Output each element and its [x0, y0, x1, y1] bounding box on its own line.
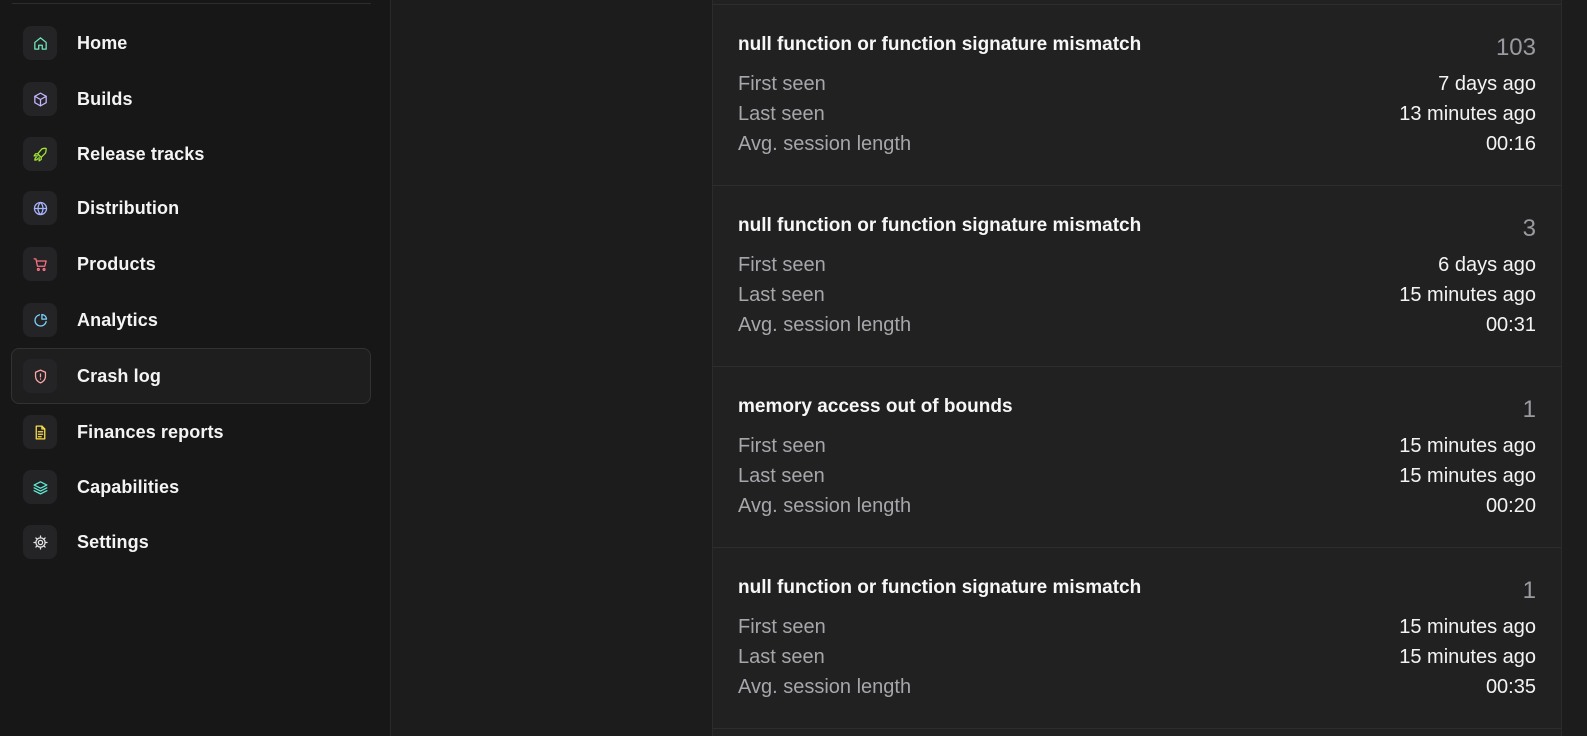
sidebar-divider	[12, 3, 371, 4]
crash-count: 3	[1522, 215, 1536, 242]
sidebar-item-crash-log[interactable]: Crash log	[11, 348, 371, 404]
last-seen-value: 13 minutes ago	[1399, 103, 1536, 125]
sidebar-item-label: Capabilities	[77, 476, 180, 497]
first-seen-value: 7 days ago	[1438, 73, 1536, 95]
sidebar-item-label: Distribution	[77, 197, 180, 218]
first-seen-value: 6 days ago	[1438, 254, 1536, 276]
last-seen-value: 15 minutes ago	[1399, 284, 1536, 306]
cart-icon	[23, 247, 57, 281]
sidebar-item-label: Settings	[77, 531, 149, 552]
last-seen-value: 15 minutes ago	[1399, 465, 1536, 487]
last-seen-label: Last seen	[738, 284, 825, 306]
sidebar-item-label: Crash log	[77, 365, 161, 386]
first-seen-label: First seen	[738, 73, 826, 95]
sidebar-item-settings[interactable]: Settings	[11, 514, 371, 570]
crash-count: 103	[1495, 34, 1536, 61]
pie-chart-icon	[23, 303, 57, 337]
first-seen-label: First seen	[738, 616, 826, 638]
avg-session-value: 00:31	[1485, 314, 1536, 336]
sidebar-item-analytics[interactable]: Analytics	[11, 292, 371, 348]
crash-card[interactable]: memory access out of bounds 1 First seen…	[713, 367, 1561, 548]
crash-card[interactable]: null function or function signature mism…	[713, 5, 1561, 186]
sidebar-item-label: Builds	[77, 88, 133, 109]
avg-session-label: Avg. session length	[738, 676, 912, 698]
sidebar-item-label: Products	[77, 253, 156, 274]
last-seen-label: Last seen	[738, 465, 825, 487]
home-icon	[23, 26, 57, 60]
gear-icon	[23, 525, 57, 559]
sidebar-item-products[interactable]: Products	[11, 236, 371, 292]
last-seen-label: Last seen	[738, 646, 825, 668]
sidebar-item-builds[interactable]: Builds	[11, 71, 371, 127]
crash-title: null function or function signature mism…	[738, 577, 1142, 598]
avg-session-label: Avg. session length	[738, 133, 912, 155]
first-seen-value: 15 minutes ago	[1399, 435, 1536, 457]
shield-alert-icon	[23, 359, 57, 393]
crash-title: memory access out of bounds	[738, 396, 1013, 417]
sidebar-item-label: Home	[77, 32, 128, 53]
crash-list[interactable]: null function or function signature mism…	[712, 0, 1562, 736]
avg-session-value: 00:20	[1485, 495, 1536, 517]
avg-session-value: 00:16	[1485, 133, 1536, 155]
sidebar-item-capabilities[interactable]: Capabilities	[11, 459, 371, 515]
sidebar-item-distribution[interactable]: Distribution	[11, 180, 371, 236]
first-seen-value: 15 minutes ago	[1399, 616, 1536, 638]
crash-title: null function or function signature mism…	[738, 34, 1142, 55]
last-seen-value: 15 minutes ago	[1399, 646, 1536, 668]
sidebar-item-finances-reports[interactable]: Finances reports	[11, 404, 371, 460]
rocket-icon	[23, 137, 57, 171]
crash-title: null function or function signature mism…	[738, 215, 1142, 236]
last-seen-label: Last seen	[738, 103, 825, 125]
sidebar-item-label: Analytics	[77, 309, 158, 330]
avg-session-value: 00:35	[1485, 676, 1536, 698]
sidebar-item-label: Finances reports	[77, 421, 224, 442]
first-seen-label: First seen	[738, 435, 826, 457]
main-content: null function or function signature mism…	[391, 0, 1587, 736]
first-seen-label: First seen	[738, 254, 826, 276]
crash-count: 1	[1522, 396, 1536, 423]
crash-card[interactable]: null function or function signature mism…	[713, 548, 1561, 729]
avg-session-label: Avg. session length	[738, 314, 912, 336]
sidebar-item-release-tracks[interactable]: Release tracks	[11, 126, 371, 182]
document-icon	[23, 415, 57, 449]
crash-count: 1	[1522, 577, 1536, 604]
sidebar-item-home[interactable]: Home	[11, 15, 371, 71]
sidebar: Home Builds Release tracks Distribution	[0, 0, 391, 736]
layers-icon	[23, 470, 57, 504]
globe-icon	[23, 191, 57, 225]
crash-card[interactable]: null function or function signature mism…	[713, 186, 1561, 367]
sidebar-item-label: Release tracks	[77, 143, 205, 164]
box-icon	[23, 82, 57, 116]
avg-session-label: Avg. session length	[738, 495, 912, 517]
app-window: Home Builds Release tracks Distribution	[0, 0, 1587, 736]
